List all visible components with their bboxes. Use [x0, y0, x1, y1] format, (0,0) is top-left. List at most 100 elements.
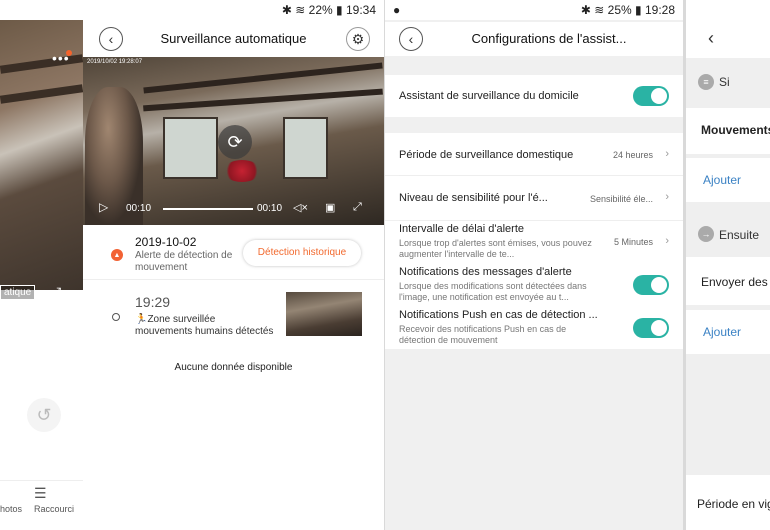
list-icon: ≡	[698, 74, 714, 90]
alert-date: 2019-10-02	[135, 235, 197, 249]
if-label: Si	[719, 75, 730, 89]
overlay-chip[interactable]: atique	[0, 285, 36, 300]
setting-sensitivity[interactable]: Niveau de sensibilité pour l'é... Sensib…	[385, 176, 683, 220]
add-action-link[interactable]: Ajouter	[703, 325, 741, 339]
battery-level: 22%	[308, 3, 333, 17]
clock: 19:29	[44, 3, 75, 17]
header: ‹ Surveillance automatique ⚙	[83, 22, 384, 56]
setting-description: Lorsque trop d'alertes sont émises, vous…	[399, 238, 592, 259]
save-icon[interactable]: ▣	[325, 201, 335, 214]
status-bar: ● ✱ ≋ 25% ▮ 19:28	[385, 0, 683, 20]
setting-description: Recevoir des notifications Push en cas d…	[399, 324, 567, 345]
video-flowers	[223, 160, 261, 182]
video-beam	[143, 88, 383, 112]
running-person-icon: 🏃	[135, 314, 148, 325]
wifi-icon: ≋	[594, 3, 605, 17]
gear-icon: ⚙	[351, 30, 365, 47]
header: ‹ Configurations de l'assist...	[385, 22, 683, 56]
add-condition-link[interactable]: Ajouter	[703, 173, 741, 187]
header: ‹	[686, 0, 770, 58]
chevron-right-icon: ›	[665, 191, 669, 203]
page-title: Configurations de l'assist...	[471, 31, 627, 46]
tab-photos[interactable]: hotos	[0, 504, 22, 514]
event-item[interactable]: 19:29 🏃Zone surveillée mouvements humain…	[83, 283, 384, 343]
tab-bar: hotos ☰ Raccourci	[0, 480, 83, 530]
period-item[interactable]: Période en vig	[686, 475, 770, 530]
alert-notifications-toggle[interactable]	[633, 275, 669, 295]
status-right: 25% ▮ 19:29	[8, 3, 75, 17]
event-text: 🏃Zone surveillée mouvements humains déte…	[135, 314, 275, 338]
setting-label: Assistant de surveillance du domicile	[399, 90, 579, 102]
setting-label: Intervalle de délai d'alerte	[399, 223, 525, 235]
panel-auto-surveillance: ✱ ≋ 22% ▮ 19:34 ‹ Surveillance automatiq…	[83, 0, 384, 530]
add-condition[interactable]: Ajouter	[686, 158, 770, 202]
period-label: Période en vig	[697, 497, 770, 511]
settings-button[interactable]: ⚙	[346, 27, 370, 51]
battery-level: 25%	[7, 3, 32, 17]
setting-home-assistant: Assistant de surveillance du domicile	[385, 75, 683, 117]
video-beam	[0, 84, 83, 104]
setting-label: Notifications Push en cas de détection .…	[399, 309, 598, 321]
battery-icon: ▮	[35, 3, 42, 17]
timeline-dot	[112, 313, 120, 321]
setting-value: 5 Minutes	[613, 237, 653, 247]
condition-label: Mouvements	[701, 123, 770, 137]
alarm-icon: ▲	[111, 249, 123, 261]
condition-item[interactable]: Mouvements	[686, 108, 770, 154]
panel-scene-rule: ‹ ≡ Si Mouvements Ajouter → Ensuite Envo…	[686, 0, 770, 530]
video-beam	[0, 54, 83, 74]
reload-icon[interactable]: ⟳	[218, 125, 252, 159]
fullscreen-icon[interactable]: ⤢	[353, 201, 362, 214]
video-controls: ▷ 00:10 00:10 ◁× ▣ ⤢	[83, 197, 384, 221]
status-bar: ✱ ≋ 22% ▮ 19:34	[83, 0, 384, 20]
setting-label: Période de surveillance domestique	[399, 149, 574, 161]
status-right: ✱ ≋ 22% ▮ 19:34	[282, 3, 376, 17]
live-video-feed[interactable]: ••• atique ⤢	[0, 20, 83, 300]
chevron-left-icon: ‹	[408, 31, 414, 47]
battery-icon: ▮	[635, 3, 642, 17]
clock: 19:34	[345, 3, 376, 17]
setting-alert-interval[interactable]: Intervalle de délai d'alerte Lorsque tro…	[385, 221, 683, 264]
panel-camera-live: ••• atique ⤢ 25% ▮ 19:29 ↺ hotos ☰ Racco…	[0, 0, 83, 530]
menu-icon[interactable]: ☰	[34, 485, 47, 502]
setting-value: Sensibilité éle...	[589, 194, 653, 204]
action-item[interactable]: Envoyer des n	[686, 257, 770, 305]
status-bar: 25% ▮ 19:29	[0, 0, 83, 20]
then-label: Ensuite	[719, 228, 760, 242]
progress-bar[interactable]	[163, 208, 253, 210]
event-label: Zone surveillée mouvements humains détec…	[135, 314, 274, 337]
tab-shortcuts[interactable]: Raccourci	[34, 504, 74, 514]
add-action[interactable]: Ajouter	[686, 310, 770, 354]
recorded-video[interactable]: 2019/10/02 19:28:07 ⟳ ▷ 00:10 00:10 ◁× ▣…	[83, 57, 384, 225]
fullscreen-icon[interactable]: ⤢	[50, 284, 61, 301]
event-time: 19:29	[135, 294, 171, 310]
video-window	[283, 117, 328, 179]
setting-value: 24 heures	[612, 150, 653, 160]
clock: 19:28	[644, 3, 675, 17]
battery-icon: ▮	[336, 3, 343, 17]
alert-subtitle: Alerte de détection de mouvement	[135, 250, 233, 273]
chevron-right-icon: ›	[665, 235, 669, 247]
video-window	[163, 117, 218, 179]
event-thumbnail[interactable]	[286, 292, 362, 336]
play-icon[interactable]: ▷	[99, 200, 108, 214]
chevron-right-icon: ›	[665, 148, 669, 160]
history-button[interactable]: Détection historique	[243, 240, 361, 266]
status-right: ✱ ≋ 25% ▮ 19:28	[581, 3, 675, 17]
alert-row: ▲ 2019-10-02 Alerte de détection de mouv…	[83, 228, 384, 280]
back-chevron-icon[interactable]: ‹	[708, 28, 714, 49]
bluetooth-icon: ✱	[580, 3, 591, 17]
setting-push-notifications: Notifications Push en cas de détection .…	[385, 307, 683, 349]
setting-surveillance-period[interactable]: Période de surveillance domestique 24 he…	[385, 133, 683, 175]
battery-level: 25%	[607, 3, 632, 17]
panel-assistant-config: ● ✱ ≋ 25% ▮ 19:28 ‹ Configurations de l'…	[385, 0, 683, 530]
wifi-icon: ≋	[295, 3, 306, 17]
setting-description: Lorsque des modifications sont détectées…	[399, 281, 587, 302]
mute-icon[interactable]: ◁×	[293, 201, 308, 214]
push-notifications-toggle[interactable]	[633, 318, 669, 338]
home-assistant-toggle[interactable]	[633, 86, 669, 106]
replay-icon[interactable]: ↺	[27, 398, 61, 432]
video-beam	[143, 62, 383, 94]
elapsed-time: 00:10	[126, 203, 152, 214]
empty-state: Aucune donnée disponible	[174, 362, 293, 373]
